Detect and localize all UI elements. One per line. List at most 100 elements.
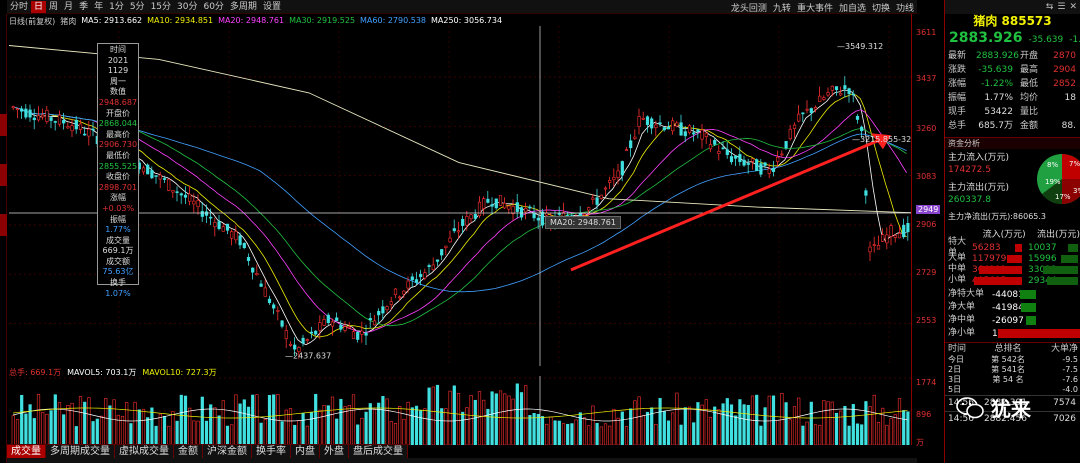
candle-body xyxy=(797,113,801,122)
flow-key: 小单 xyxy=(948,275,967,285)
indicator-tabs: 成交量 多周期成交量 虚拟成交量 金额 沪深金额 换手率 内盘 外盘 盘后成交量 xyxy=(7,444,408,458)
indicator-tab[interactable]: 成交量 xyxy=(7,445,46,458)
indicator-tab[interactable]: 金额 xyxy=(174,445,203,458)
volume-bar xyxy=(183,395,188,445)
period-tab[interactable]: 日 xyxy=(31,0,47,13)
period-tab[interactable]: 设置 xyxy=(260,1,284,13)
indicator-tab[interactable]: 外盘 xyxy=(320,445,349,458)
volume-bar xyxy=(381,396,385,445)
period-tab[interactable]: 30分 xyxy=(174,1,200,13)
period-tab[interactable]: 1分 xyxy=(106,1,127,13)
info-row: 成交量 xyxy=(106,235,130,245)
candle-body xyxy=(624,149,629,151)
period-tab[interactable]: 月 xyxy=(61,1,76,13)
volume-bar xyxy=(230,424,234,445)
fund-analysis-header[interactable]: 资金分析 xyxy=(945,137,1080,149)
candle-body xyxy=(860,126,864,132)
trend-arrow xyxy=(570,138,880,272)
candle-body xyxy=(658,122,662,125)
candle-body xyxy=(154,175,158,177)
volume-bar xyxy=(213,407,217,445)
volume-bar xyxy=(284,409,288,445)
panel-tool-icon[interactable]: ✕ xyxy=(1069,2,1077,12)
candle-body xyxy=(759,163,763,175)
quote-key: 振幅 xyxy=(948,93,967,103)
net-bar xyxy=(1026,316,1036,325)
candle-body xyxy=(456,230,461,233)
volume-bar xyxy=(167,425,171,445)
candlestick-chart[interactable]: —3549.312 —2437.637 —3215.855-3207. xyxy=(9,26,911,366)
period-tab[interactable]: 5分 xyxy=(127,1,148,13)
volume-bar xyxy=(561,423,566,445)
quote-value: 1.77% xyxy=(984,93,1013,103)
tool-button[interactable]: 龙头回测 xyxy=(728,1,770,14)
volume-bar xyxy=(402,418,406,445)
tool-button[interactable]: 功线 xyxy=(893,1,917,14)
flow-out-bar xyxy=(1043,265,1078,274)
volume-bar xyxy=(45,413,49,445)
indicator-tab[interactable]: 换手率 xyxy=(252,445,291,458)
rank-value: -7.5 xyxy=(1062,365,1078,374)
volume-bar xyxy=(209,404,213,445)
volume-bar xyxy=(200,396,204,445)
candle-body xyxy=(687,125,692,133)
indicator-tab[interactable]: 沪深金额 xyxy=(203,445,252,458)
candle-body xyxy=(889,225,893,237)
net-key: 净特大单 xyxy=(948,289,985,299)
volume-bar xyxy=(414,405,419,445)
candle-body xyxy=(729,156,734,163)
candle-body xyxy=(213,222,217,228)
period-tab[interactable]: 季 xyxy=(76,1,91,13)
candle-body xyxy=(612,177,616,181)
volume-bar xyxy=(591,405,595,445)
info-row: 2868.044 xyxy=(98,119,138,129)
candle-body xyxy=(167,178,171,191)
period-tab-bar: 分时日周月季年 1分 5分 15分 30分 60分 多周期 设置 龙头回测 九转 重大事件 加自选 切换… xyxy=(7,0,917,14)
period-tab[interactable]: 周 xyxy=(46,1,61,13)
volume-bar xyxy=(830,401,834,445)
candle-body xyxy=(225,223,230,231)
panel-tool-icon[interactable]: ⇆ xyxy=(1046,2,1054,12)
candle-body xyxy=(608,180,612,183)
indicator-tab[interactable]: 多周期成交量 xyxy=(46,445,115,458)
panel-tool-icon[interactable]: ☰ xyxy=(1057,2,1065,12)
price-axis: 3611 3437 3260 3083 2949 2906 2729 2553 1774 896 万 xyxy=(911,14,944,447)
period-tab[interactable]: 多周期 xyxy=(227,1,260,13)
rank-row: 今日 第 542名 -9.5 xyxy=(945,355,1080,365)
candle-body xyxy=(385,306,389,311)
net-cell: -26097 xyxy=(992,315,1080,326)
candle-body xyxy=(427,265,431,267)
candle-body xyxy=(70,125,74,132)
volume-bar xyxy=(356,424,360,445)
indicator-tab[interactable]: 盘后成交量 xyxy=(349,445,408,458)
indicator-tab[interactable]: 内盘 xyxy=(291,445,320,458)
period-tab[interactable]: 分时 xyxy=(7,1,31,13)
net-row: 净中单 -26097 xyxy=(945,314,1080,327)
volume-bar xyxy=(435,384,440,445)
candle-body xyxy=(284,330,288,340)
volume-bar xyxy=(671,412,675,445)
volume-bar xyxy=(351,394,356,445)
volume-bar xyxy=(343,406,347,445)
volume-bar xyxy=(360,417,364,445)
candle-body xyxy=(717,151,721,154)
candle-body xyxy=(267,298,272,303)
indicator-tab[interactable]: 虚拟成交量 xyxy=(115,445,174,458)
period-tab[interactable]: 60分 xyxy=(200,1,226,13)
volume-bar xyxy=(860,424,864,445)
candle-body xyxy=(440,249,444,256)
volume-bar xyxy=(162,416,167,445)
tool-button[interactable]: 九转 xyxy=(770,1,794,14)
period-tab[interactable]: 年 xyxy=(91,1,106,13)
candle-body xyxy=(146,164,150,175)
candle-body xyxy=(389,301,393,305)
tool-button[interactable]: 切换 xyxy=(869,1,893,14)
tool-button[interactable]: 重大事件 xyxy=(794,1,836,14)
info-row: 数值 xyxy=(110,87,126,97)
volume-bar xyxy=(179,394,183,445)
tool-button[interactable]: 加自选 xyxy=(836,1,869,14)
volume-bar xyxy=(683,407,687,445)
watermark-text: 犹来 xyxy=(991,397,1031,421)
volume-chart[interactable] xyxy=(9,376,911,445)
period-tab[interactable]: 15分 xyxy=(148,1,174,13)
